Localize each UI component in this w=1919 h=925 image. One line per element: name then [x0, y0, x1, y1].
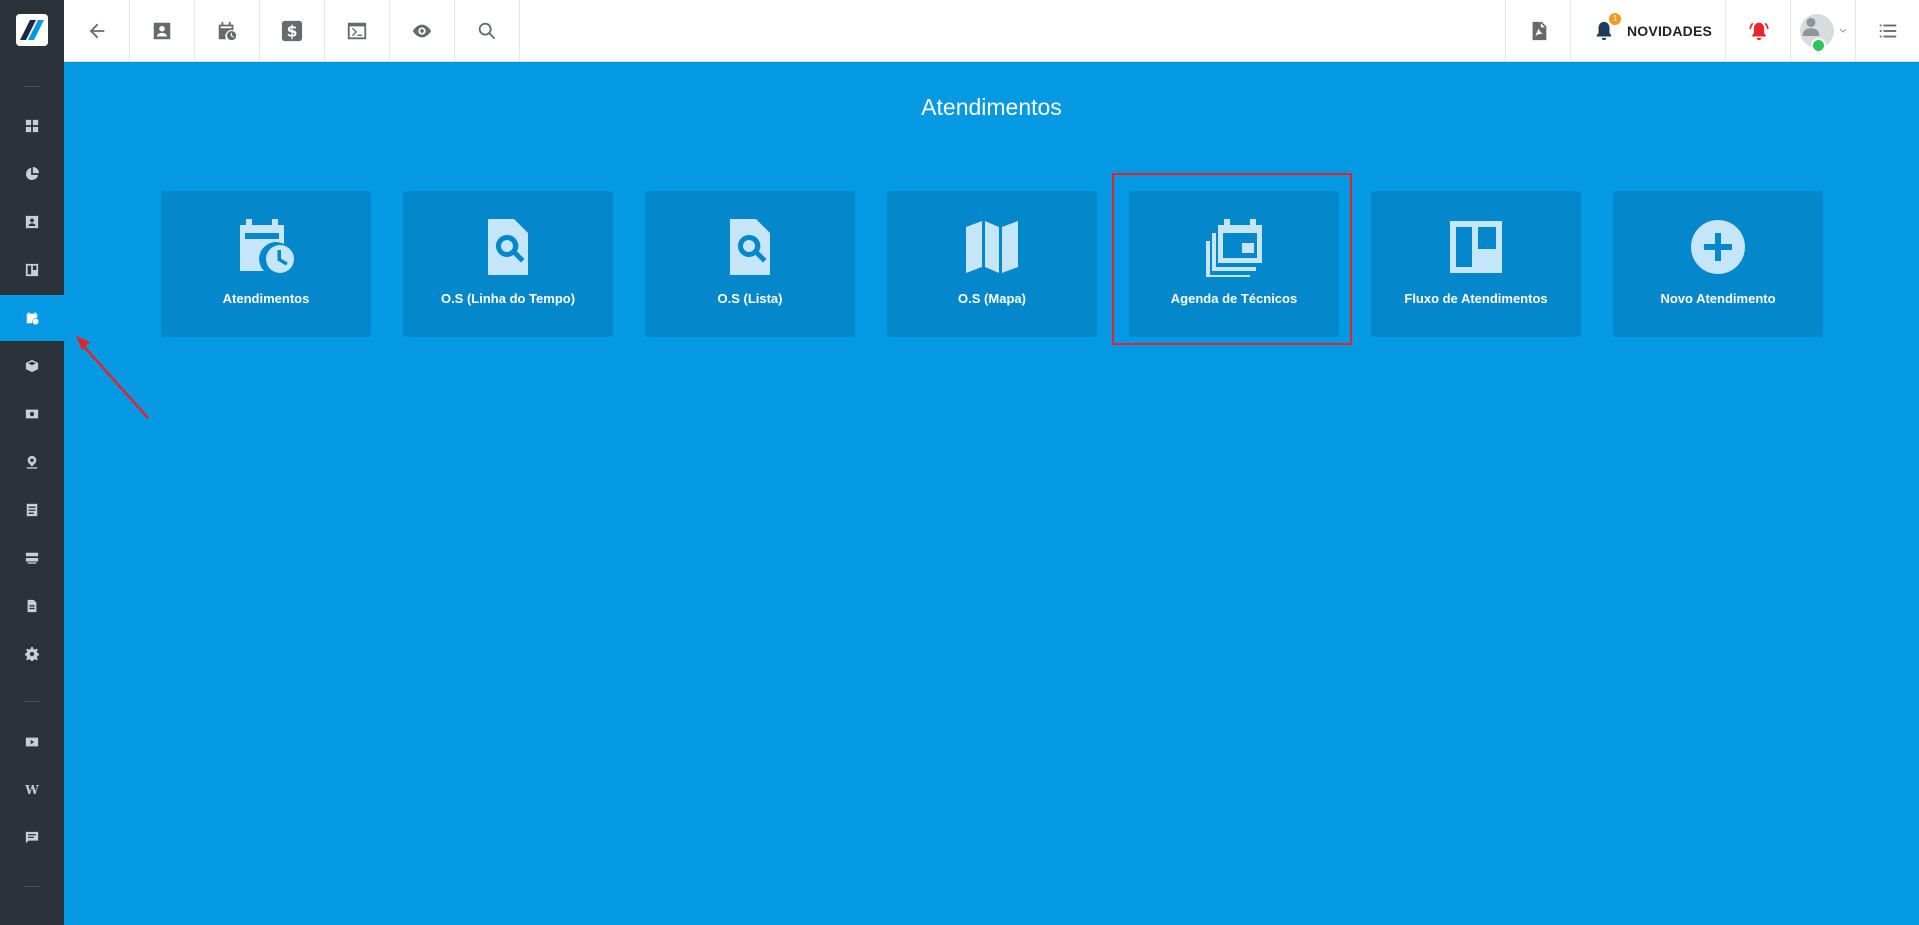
- calendar-clock-icon: [26, 311, 39, 325]
- sidebar-item-settings[interactable]: [0, 631, 64, 677]
- sidebar-item-documents[interactable]: [0, 583, 64, 629]
- alarm-bell-icon: [1748, 22, 1769, 40]
- tile-label: Atendimentos: [222, 291, 310, 306]
- search-button[interactable]: [454, 0, 520, 61]
- file-search-icon: [488, 219, 528, 275]
- document-icon: [27, 599, 37, 613]
- kanban-icon: [1450, 221, 1502, 273]
- plus-circle-icon: [1691, 220, 1745, 274]
- money-icon: [25, 409, 39, 419]
- svg-text:$: $: [286, 22, 297, 40]
- page-title: Atendimentos: [921, 94, 1062, 120]
- sidebar-item-finance[interactable]: [0, 391, 64, 437]
- menu-button[interactable]: [1855, 0, 1919, 61]
- calendar-clock-icon: [240, 219, 294, 273]
- sidebar-item-dashboard[interactable]: [0, 103, 64, 149]
- box-icon: [25, 359, 39, 373]
- novidades-label: NOVIDADES: [1627, 22, 1713, 39]
- sidebar-item-products[interactable]: [0, 343, 64, 389]
- sidebar-item-wiki[interactable]: W: [0, 767, 64, 813]
- view-button[interactable]: [389, 0, 455, 61]
- pie-chart-icon: [25, 167, 39, 181]
- sidebar-item-atendimentos[interactable]: [0, 295, 64, 341]
- tile-label: Agenda de Técnicos: [1170, 291, 1298, 306]
- sidebar-divider: [24, 86, 40, 87]
- app-logo[interactable]: [16, 14, 48, 46]
- sidebar-divider: [24, 701, 40, 702]
- terminal-icon: [347, 22, 366, 39]
- annotation-arrow: [76, 336, 149, 419]
- notification-badge: 1: [1609, 13, 1621, 25]
- online-status-indicator: [1811, 38, 1826, 53]
- user-menu-button[interactable]: [1790, 0, 1856, 61]
- eye-icon: [412, 24, 431, 37]
- back-button[interactable]: [64, 0, 130, 61]
- gear-icon: [25, 647, 39, 661]
- file-search-icon: [730, 219, 770, 275]
- list-menu-icon: [1879, 24, 1897, 37]
- sidebar-item-servers[interactable]: [0, 535, 64, 581]
- back-arrow-icon: [89, 23, 104, 38]
- sidebar-item-list[interactable]: [0, 487, 64, 533]
- search-icon: [478, 22, 495, 39]
- schedule-button[interactable]: [194, 0, 260, 61]
- tile-os-lista[interactable]: O.S (Lista): [645, 191, 855, 337]
- sidebar: W: [0, 0, 64, 925]
- pdf-file-icon: [1532, 21, 1546, 40]
- sidebar-item-reports[interactable]: [0, 151, 64, 197]
- wiki-icon: W: [25, 783, 39, 797]
- sidebar-item-contacts[interactable]: [0, 199, 64, 245]
- tile-os-mapa[interactable]: O.S (Mapa): [887, 191, 1097, 337]
- tile-label: O.S (Mapa): [958, 291, 1026, 306]
- tile-label: Novo Atendimento: [1660, 291, 1776, 306]
- sidebar-divider: [24, 886, 40, 887]
- chat-icon: [25, 831, 39, 844]
- terminal-button[interactable]: [324, 0, 390, 61]
- server-icon: [25, 552, 39, 564]
- tile-novo-atendimento[interactable]: Novo Atendimento: [1613, 191, 1823, 337]
- tile-os-linha-do-tempo[interactable]: O.S (Linha do Tempo): [403, 191, 613, 337]
- sidebar-item-chat[interactable]: [0, 815, 64, 861]
- calendar-clock-icon: [218, 21, 236, 40]
- sidebar-item-videos[interactable]: [0, 719, 64, 765]
- dashboard-icon: [25, 119, 39, 133]
- alarm-button[interactable]: [1725, 0, 1791, 61]
- map-icon: [966, 221, 1018, 273]
- contact-card-icon: [25, 215, 39, 229]
- youtube-icon: [25, 737, 39, 747]
- pdf-button[interactable]: [1505, 0, 1571, 61]
- tile-label: O.S (Lista): [717, 291, 783, 306]
- tile-label: O.S (Linha do Tempo): [440, 291, 576, 306]
- contact-card-icon: [153, 22, 170, 39]
- map-pin-icon: [26, 455, 38, 469]
- finance-button[interactable]: $: [259, 0, 325, 61]
- calendar-stack-icon: [1206, 219, 1262, 277]
- sidebar-item-location[interactable]: [0, 439, 64, 485]
- tile-label: Fluxo de Atendimentos: [1404, 291, 1548, 306]
- topbar: $ 1 NOVIDADES: [64, 0, 1919, 62]
- sidebar-item-board[interactable]: [0, 247, 64, 293]
- dollar-icon: $: [281, 20, 302, 41]
- novidades-button[interactable]: 1 NOVIDADES: [1570, 0, 1730, 61]
- board-icon: [25, 263, 39, 277]
- tile-fluxo-de-atendimentos[interactable]: Fluxo de Atendimentos: [1371, 191, 1581, 337]
- chevron-down-icon: [1839, 28, 1846, 33]
- list-icon: [26, 503, 38, 517]
- tile-agenda-de-tecnicos[interactable]: Agenda de Técnicos: [1129, 191, 1339, 337]
- tile-atendimentos[interactable]: Atendimentos: [161, 191, 371, 337]
- contacts-button[interactable]: [129, 0, 195, 61]
